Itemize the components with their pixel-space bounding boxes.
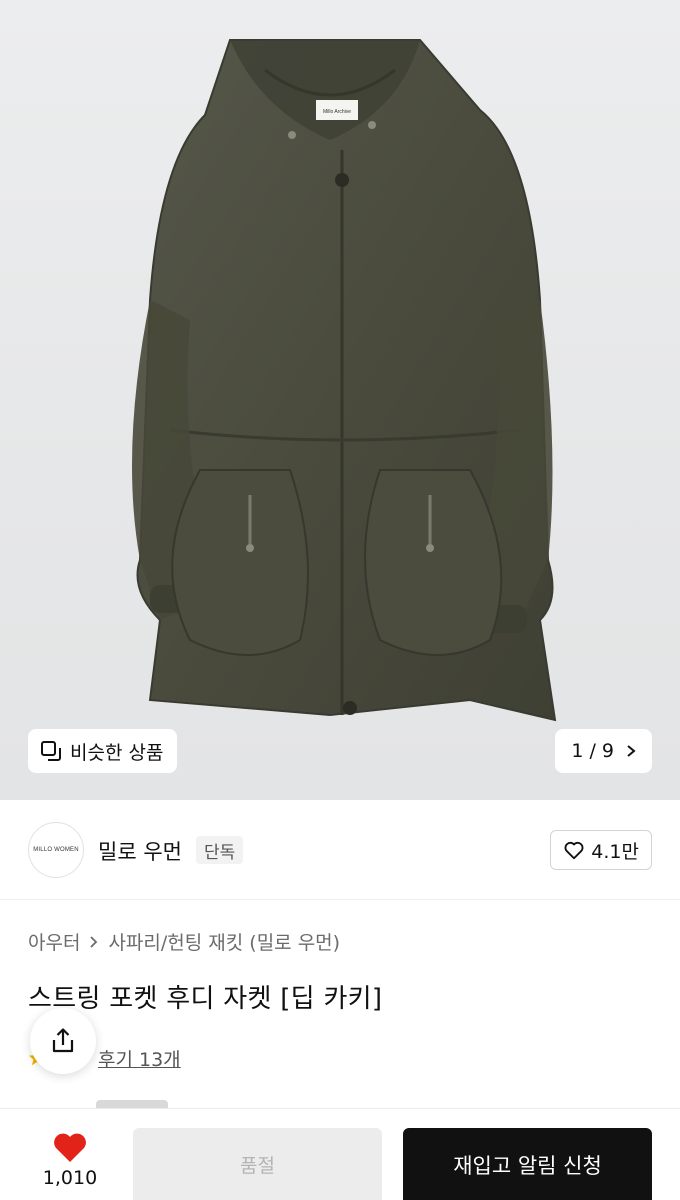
- brand-logo[interactable]: MILLO WOMEN: [28, 822, 84, 878]
- share-button[interactable]: [30, 1008, 96, 1074]
- option-tab-stub: [96, 1100, 168, 1108]
- brand-row: MILLO WOMEN 밀로 우먼 단독 4.1만: [0, 800, 680, 900]
- wishlist-count: 1,010: [42, 1167, 98, 1189]
- gallery-pager[interactable]: 1 / 9: [555, 729, 652, 773]
- product-image: Millo Archive: [132, 39, 557, 722]
- restock-alert-button[interactable]: 재입고 알림 신청: [403, 1128, 652, 1200]
- wishlist-button[interactable]: 1,010: [30, 1125, 110, 1189]
- bottom-action-bar: 1,010 품절 재입고 알림 신청: [0, 1108, 680, 1200]
- exclusive-badge: 단독: [196, 836, 244, 864]
- heart-filled-icon: [54, 1133, 86, 1162]
- page-indicator: 1 / 9: [571, 740, 614, 762]
- brand-like-button[interactable]: 4.1만: [550, 830, 652, 870]
- similar-items-label: 비슷한 상품: [70, 741, 164, 764]
- similar-items-icon: [41, 741, 61, 761]
- share-icon: [52, 1028, 74, 1053]
- chevron-right-icon: [90, 935, 98, 948]
- brand-logo-text: MILLO WOMEN: [33, 847, 79, 853]
- breadcrumb-subcategory[interactable]: 사파리/헌팅 재킷 (밀로 우먼): [108, 928, 340, 955]
- soldout-button: 품절: [133, 1128, 382, 1200]
- product-image-gallery[interactable]: Millo Archive 비슷한 상품 1 / 9: [0, 0, 680, 800]
- breadcrumb: 아우터 사파리/헌팅 재킷 (밀로 우먼): [28, 928, 340, 955]
- jacket-tag-text: Millo Archive: [323, 109, 351, 115]
- similar-items-button[interactable]: 비슷한 상품: [28, 729, 178, 773]
- breadcrumb-category[interactable]: 아우터: [28, 928, 80, 955]
- product-title: 스트링 포켓 후디 자켓 [딥 카키]: [28, 984, 383, 1014]
- brand-name[interactable]: 밀로 우먼: [98, 836, 182, 866]
- chevron-right-icon: [627, 745, 636, 757]
- review-link[interactable]: 후기 13개: [98, 1045, 181, 1072]
- brand-like-count: 4.1만: [591, 840, 639, 863]
- heart-outline-icon: [564, 841, 584, 860]
